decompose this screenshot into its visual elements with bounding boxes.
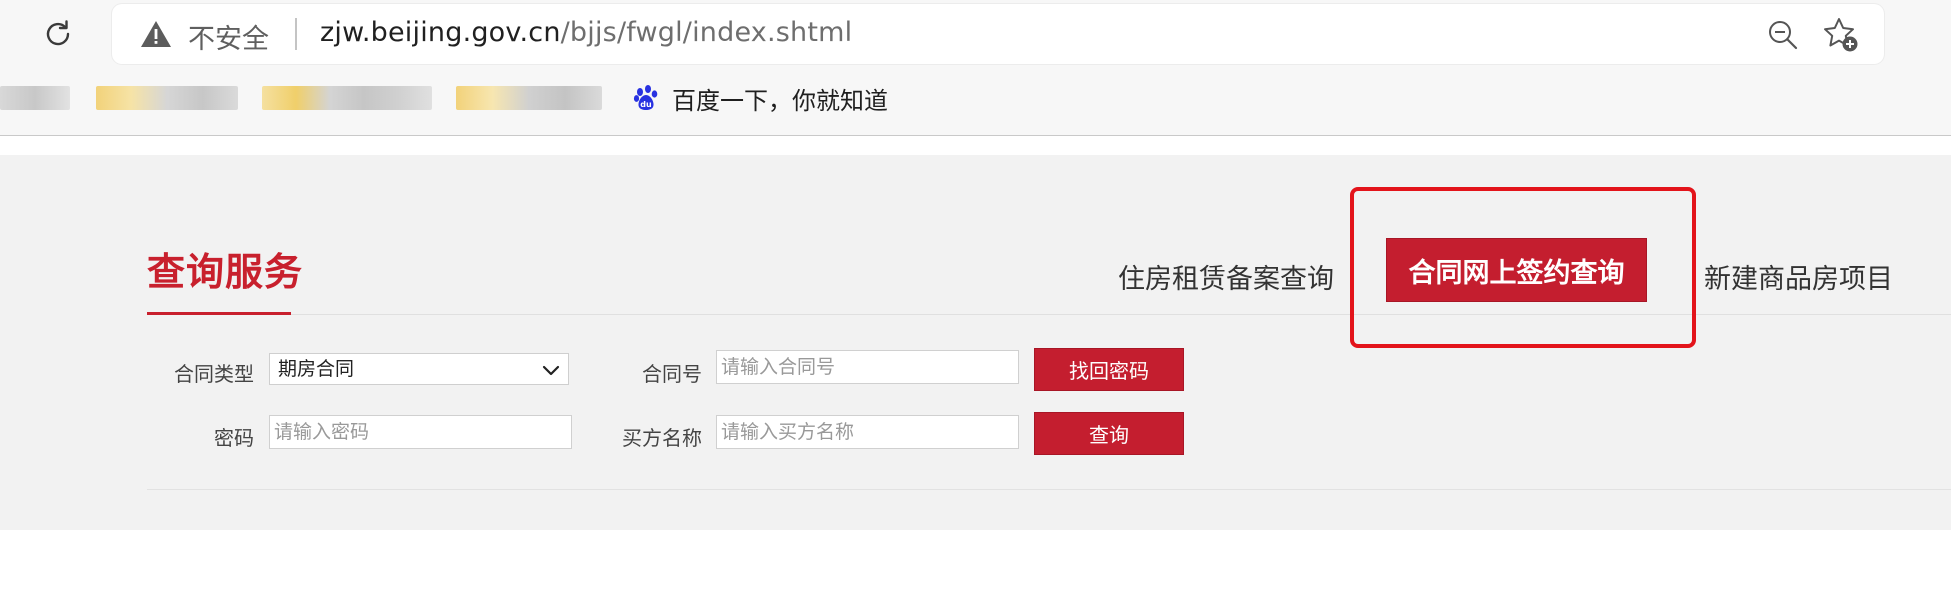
url-text[interactable]: zjw.beijing.gov.cn/bjjs/fwgl/index.shtml [320, 17, 852, 48]
title-underline [147, 312, 291, 315]
header-divider [291, 314, 1951, 315]
add-favorite-icon[interactable] [1822, 16, 1860, 54]
query-button[interactable]: 查询 [1034, 412, 1184, 455]
contract-no-label: 合同号 [642, 362, 702, 386]
browser-chrome: 不安全 zjw.beijing.gov.cn/bjjs/fwgl/index.s… [0, 0, 1951, 136]
query-service-panel: 查询服务 住房租赁备案查询 合同网上签约查询 新建商品房项目 合同类型 期房合同… [0, 155, 1951, 530]
buyer-name-input[interactable]: 请输入买方名称 [716, 415, 1019, 449]
address-separator [295, 18, 297, 50]
contract-type-select[interactable]: 期房合同 [269, 353, 569, 385]
zoom-out-icon[interactable] [1766, 18, 1800, 52]
baidu-paw-icon: du [633, 85, 658, 110]
blurred-bookmark[interactable] [96, 86, 238, 110]
section-title: 查询服务 [147, 250, 304, 294]
tab-rental-filing-query[interactable]: 住房租赁备案查询 [1118, 257, 1334, 296]
buyer-name-placeholder: 请输入买方名称 [721, 421, 855, 443]
blurred-bookmark[interactable] [0, 86, 70, 110]
url-host: zjw.beijing.gov.cn [320, 17, 561, 48]
warning-icon[interactable] [140, 20, 172, 48]
svg-text:du: du [640, 100, 652, 109]
bookmark-baidu-label: 百度一下，你就知道 [672, 86, 888, 115]
buyer-name-label: 买方名称 [622, 426, 702, 450]
bookmarks-bar: du 百度一下，你就知道 [0, 82, 1951, 120]
blurred-bookmark[interactable] [262, 86, 432, 110]
reload-icon[interactable] [38, 14, 78, 54]
blurred-bookmark[interactable] [456, 86, 602, 110]
url-path: /bjjs/fwgl/index.shtml [560, 17, 853, 48]
contract-type-label: 合同类型 [174, 362, 254, 386]
insecure-label[interactable]: 不安全 [188, 17, 269, 56]
contract-no-placeholder: 请输入合同号 [721, 356, 836, 378]
bottom-divider [147, 489, 1951, 490]
chevron-down-icon [542, 365, 560, 376]
password-input[interactable]: 请输入密码 [269, 415, 572, 449]
contract-no-input[interactable]: 请输入合同号 [716, 350, 1019, 384]
tab-new-commodity-housing[interactable]: 新建商品房项目 [1704, 257, 1893, 296]
password-placeholder: 请输入密码 [274, 421, 370, 443]
bookmark-baidu[interactable]: du 百度一下，你就知道 [632, 82, 888, 115]
contract-type-value: 期房合同 [278, 358, 355, 380]
highlight-annotation-box [1350, 187, 1696, 348]
recover-password-button[interactable]: 找回密码 [1034, 348, 1184, 391]
password-label: 密码 [214, 426, 254, 450]
address-bar[interactable]: 不安全 zjw.beijing.gov.cn/bjjs/fwgl/index.s… [112, 4, 1884, 64]
